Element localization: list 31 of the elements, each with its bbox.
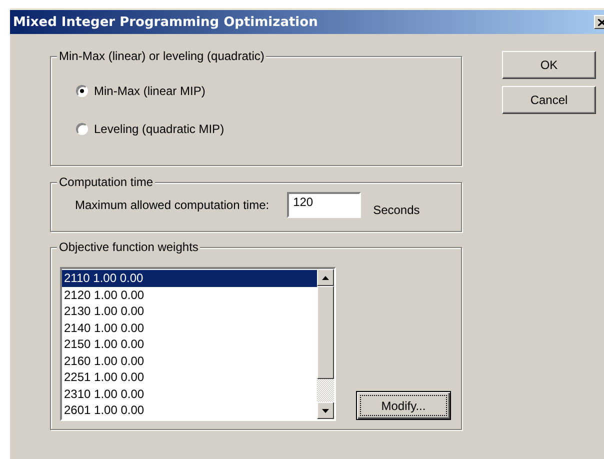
list-item[interactable]: 2601 1.00 0.00 xyxy=(62,402,317,418)
window-title: Mixed Integer Programming Optimization xyxy=(13,14,318,30)
time-field[interactable]: 120 xyxy=(287,192,362,218)
list-item[interactable]: 2110 1.00 0.00 xyxy=(62,270,317,286)
dialog-button[interactable]: Cancel xyxy=(502,86,596,114)
radio-option[interactable]: Leveling (quadratic MIP) xyxy=(76,122,461,136)
close-icon xyxy=(598,18,604,26)
group-label: Min-Max (linear) or leveling (quadratic) xyxy=(57,49,266,64)
list-item[interactable]: 2251 1.00 0.00 xyxy=(62,369,317,386)
radio-button[interactable] xyxy=(76,85,88,97)
group-label: Objective function weights xyxy=(57,240,200,255)
list-item[interactable]: 2310 1.00 0.00 xyxy=(62,386,317,402)
modify-button[interactable]: Modify... xyxy=(356,391,451,420)
up-arrow-icon xyxy=(322,276,329,280)
scroll-thumb[interactable] xyxy=(317,286,334,379)
group-label: Computation time xyxy=(57,175,156,190)
list-item[interactable]: 2120 1.00 0.00 xyxy=(62,286,317,303)
list-item[interactable]: 2160 1.00 0.00 xyxy=(62,352,317,369)
list-item[interactable]: 2140 1.00 0.00 xyxy=(62,320,317,336)
time-label: Maximum allowed computation time: xyxy=(75,198,270,212)
radio-option[interactable]: Min-Max (linear MIP) xyxy=(76,84,461,98)
unit-label: Seconds xyxy=(373,203,420,217)
radio-button[interactable] xyxy=(76,123,88,135)
weights-list[interactable]: 2110 1.00 0.00 2120 1.00 0.00 2130 1.00 0.00 2140 1.00 0.00 2150 1.00 0.00 2160 1.00 0.00 2251 1.00 0.00 2310 1.00 0.00 2601 1.00 0.00 xyxy=(60,267,336,421)
scroll-up-button[interactable] xyxy=(317,269,334,286)
down-arrow-icon xyxy=(322,408,329,412)
scroll-down-button[interactable] xyxy=(317,402,334,419)
list-item[interactable]: 2150 1.00 0.00 xyxy=(62,336,317,352)
list-item[interactable]: 2130 1.00 0.00 xyxy=(62,303,317,320)
dialog-button[interactable]: OK xyxy=(502,51,596,79)
scrollbar[interactable] xyxy=(317,269,334,419)
